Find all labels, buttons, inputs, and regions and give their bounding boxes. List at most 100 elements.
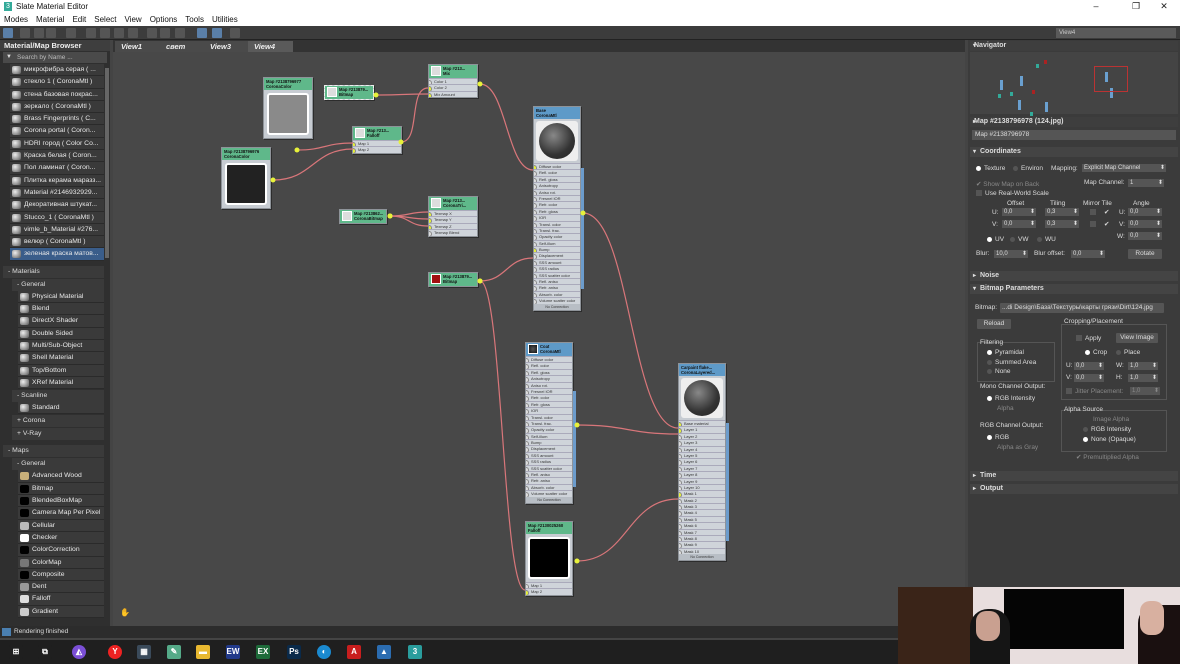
browser-scrollbar[interactable] [105, 68, 109, 258]
node-header[interactable]: Map #213... Falloff [353, 127, 401, 140]
category-materials[interactable]: - Materials [3, 265, 104, 278]
scene-material-item[interactable]: Brass Fingerprints ( C... [10, 113, 104, 126]
node-header[interactable]: Map #213... CoronaTri... [429, 197, 477, 210]
radio-environ[interactable]: Environ [1013, 165, 1043, 172]
menu-edit[interactable]: Edit [72, 15, 86, 24]
rollout-output[interactable]: Output [970, 484, 1178, 494]
rollout-time[interactable]: Time [970, 471, 1178, 481]
navigator-view[interactable] [970, 52, 1178, 116]
node-falloff[interactable]: Map #213... Falloff Map 1 Map 2 [352, 126, 402, 154]
maximize-button[interactable]: ❐ [1124, 0, 1148, 13]
delete-icon[interactable] [66, 28, 76, 38]
radio-texture[interactable]: Texture [976, 165, 1005, 172]
node-header[interactable]: Map #2138796977 CoronaColor [264, 78, 312, 90]
close-button[interactable]: ✕ [1152, 0, 1176, 13]
node-bitmap[interactable]: Map #213879... Bitmap [428, 272, 478, 287]
node-header[interactable]: Carpaint flake... CoronaLayered... [679, 364, 725, 376]
u-tile-checkbox[interactable]: ✔ [1104, 208, 1109, 216]
node-mix[interactable]: Map #213... Mix Color 1 Color 2 Mix Amount [428, 64, 478, 99]
rollout-noise[interactable]: Noise [970, 271, 1178, 281]
select-tool-icon[interactable] [3, 28, 13, 38]
map-type-item[interactable]: Advanced Wood [18, 470, 104, 483]
v-mirror-checkbox[interactable] [1090, 221, 1096, 227]
radio-alpha-as-gray[interactable]: Alpha as Gray [997, 444, 1038, 451]
show-map-on-back-checkbox[interactable]: ✔ Show Map on Back [976, 180, 1039, 188]
radio-place[interactable]: Place [1116, 349, 1140, 356]
material-type-item[interactable]: XRef Material [18, 376, 104, 390]
map-type-item[interactable]: Bitmap [18, 482, 104, 496]
blur-offset-spinner[interactable]: 0,0 [1071, 250, 1105, 258]
tab-view4[interactable]: View4 [248, 41, 293, 52]
crop-u-spinner[interactable]: 0,0 [1074, 362, 1104, 370]
material-type-item[interactable]: Top/Bottom [18, 364, 104, 377]
map-type-item[interactable]: BlendedBoxMap [18, 495, 104, 508]
menu-view[interactable]: View [125, 15, 142, 24]
v-tile-checkbox[interactable]: ✔ [1104, 220, 1109, 228]
node-socket[interactable]: Mask 10 [679, 547, 725, 555]
ew-icon[interactable]: EW [226, 645, 240, 659]
node-header[interactable]: Map #213... Mix [429, 65, 477, 78]
scene-material-item[interactable]: Декоративная штукат... [10, 199, 104, 212]
menu-options[interactable]: Options [150, 15, 178, 24]
search-input[interactable]: Search by Name ... [3, 52, 107, 63]
v-tiling[interactable]: 0,3 [1045, 220, 1079, 228]
map-channel-spinner[interactable]: 1 [1128, 179, 1164, 187]
apply-checkbox[interactable]: Apply [1076, 335, 1101, 342]
node-bitmap[interactable]: Map #213879... Bitmap [324, 85, 374, 100]
node-coronamtl[interactable]: Base CoronaMtl Diffuse color Refl. color Ref… [533, 106, 584, 311]
material-type-item[interactable]: Multi/Sub-Object [18, 339, 104, 353]
rollout-bitmap-parameters[interactable]: Bitmap Parameters [970, 284, 1178, 294]
edge-icon[interactable]: ◐ [317, 645, 331, 659]
node-header[interactable]: Base CoronaMtl [534, 107, 580, 119]
map-type-item[interactable]: Dent [18, 581, 104, 594]
layout-all-icon[interactable] [160, 28, 170, 38]
premultiplied-alpha-checkbox[interactable]: ✔ Premultiplied Alpha [1076, 453, 1139, 461]
scene-material-item[interactable]: стена базовая покрас... [10, 88, 104, 101]
v-angle[interactable]: 0,0 [1128, 220, 1162, 228]
pick-material-icon[interactable] [20, 28, 30, 38]
node-coronalayered[interactable]: Carpaint flake... CoronaLayered... Base ma… [678, 363, 729, 562]
minimap-viewport[interactable] [1094, 66, 1128, 92]
bitmap-path-button[interactable]: ...di Design\База\Текстуры\карты грязи\D… [1000, 303, 1164, 313]
node-header[interactable]: Map #2138796976 CoronaColor [222, 148, 270, 160]
scene-material-item[interactable]: стекло 1 ( CoronaMtl ) [10, 76, 104, 89]
radio-rgb-intensity[interactable]: RGB Intensity [987, 395, 1035, 402]
map-type-item[interactable]: ColorCorrection [18, 544, 104, 557]
radio-summed-area[interactable]: Summed Area [987, 359, 1036, 366]
radio-uv[interactable]: UV [987, 236, 1004, 243]
map-type-item[interactable]: Composite [18, 568, 104, 582]
scene-material-item[interactable]: Corona portal ( Coron... [10, 125, 104, 138]
map-type-item[interactable]: Falloff [18, 593, 104, 606]
material-type-item[interactable]: Blend [18, 303, 104, 316]
photoshop-icon[interactable]: Ps [287, 645, 301, 659]
photos-icon[interactable]: ▲ [377, 645, 391, 659]
node-header[interactable]: Coat CoronaMtl [526, 343, 572, 356]
layout-children-icon[interactable] [175, 28, 185, 38]
menu-modes[interactable]: Modes [4, 15, 28, 24]
radio-alpha[interactable]: Alpha [997, 405, 1014, 412]
scene-material-item[interactable]: Краска белая ( Coron... [10, 150, 104, 163]
node-socket[interactable]: Map 2 [353, 146, 401, 153]
crop-h-spinner[interactable]: 1,0 [1128, 374, 1158, 382]
material-type-item[interactable]: Physical Material [18, 290, 104, 304]
u-mirror-checkbox[interactable] [1090, 209, 1096, 215]
node-header[interactable]: Map #213879... Bitmap [429, 273, 477, 286]
view-selector[interactable]: View4 [1056, 28, 1176, 38]
crop-w-spinner[interactable]: 1,0 [1128, 362, 1158, 370]
radio-pyramidal[interactable]: Pyramidal [987, 349, 1024, 356]
blur-spinner[interactable]: 10,0 [994, 250, 1028, 258]
scene-material-item[interactable]: vimle_b_Material #276... [10, 223, 104, 237]
jitter-checkbox[interactable]: Jitter Placement: [1066, 388, 1123, 395]
node-socket[interactable]: Map 2 [526, 588, 572, 595]
category-corona[interactable]: + Corona [12, 415, 104, 428]
menu-material[interactable]: Material [36, 15, 64, 24]
scene-material-item[interactable]: Stucco_1 ( CoronaMtl ) [10, 211, 104, 224]
tab-view3[interactable]: View3 [204, 41, 249, 52]
scene-material-item[interactable]: Пол ламинат ( Coron... [10, 162, 104, 175]
put-to-scene-icon[interactable] [34, 28, 44, 38]
material-type-item[interactable]: Shell Material [18, 352, 104, 365]
menu-select[interactable]: Select [94, 15, 116, 24]
rotate-button[interactable]: Rotate [1128, 249, 1162, 259]
tab-view1[interactable]: View1 [115, 41, 160, 52]
scene-material-item[interactable]: Плитка керама маразз... [10, 174, 104, 187]
